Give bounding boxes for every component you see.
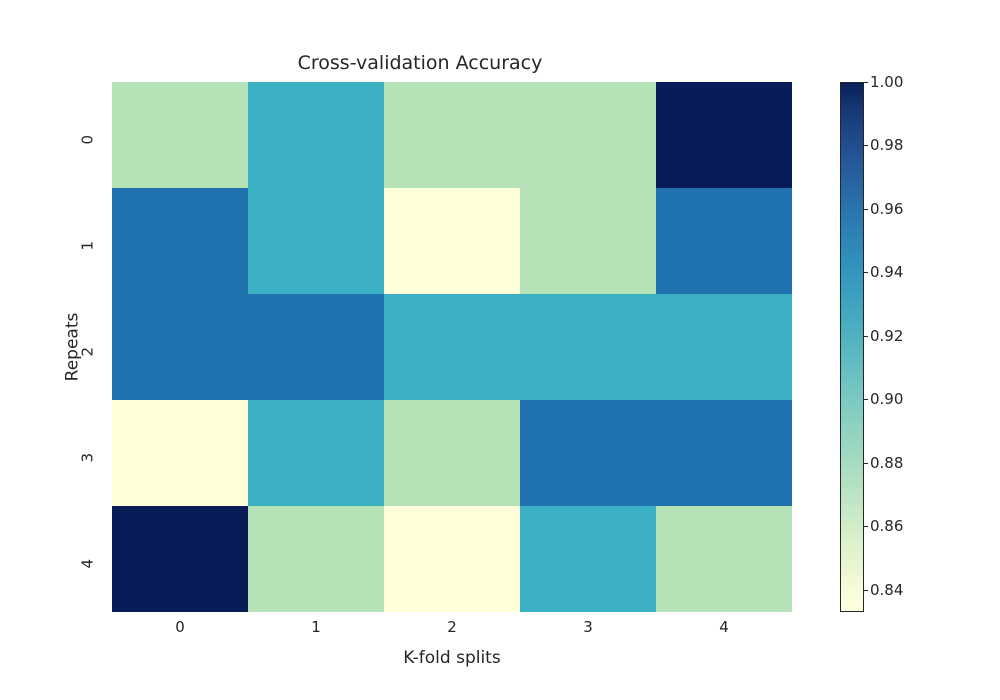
colorbar-tick-label: 0.92 bbox=[870, 327, 903, 345]
x-tick-label: 4 bbox=[719, 618, 729, 636]
heatmap-cell bbox=[248, 82, 384, 188]
heatmap-cell bbox=[112, 82, 248, 188]
colorbar-tick-label: 0.96 bbox=[870, 200, 903, 218]
heatmap-cell bbox=[248, 400, 384, 506]
heatmap-cell bbox=[656, 188, 792, 294]
chart-title: Cross-validation Accuracy bbox=[0, 52, 920, 74]
heatmap-cell bbox=[112, 400, 248, 506]
x-tick-label: 3 bbox=[583, 618, 593, 636]
heatmap-cell bbox=[384, 82, 520, 188]
heatmap-cell bbox=[112, 506, 248, 612]
heatmap-cell bbox=[248, 188, 384, 294]
heatmap-grid bbox=[112, 82, 792, 612]
heatmap-plot-area bbox=[112, 82, 792, 612]
colorbar-tick-label: 0.98 bbox=[870, 136, 903, 154]
heatmap-cell bbox=[384, 188, 520, 294]
x-tick-label: 2 bbox=[447, 618, 457, 636]
heatmap-cell bbox=[384, 506, 520, 612]
heatmap-cell bbox=[112, 188, 248, 294]
heatmap-cell bbox=[520, 188, 656, 294]
heatmap-cell bbox=[112, 294, 248, 400]
colorbar-tick-label: 0.86 bbox=[870, 517, 903, 535]
heatmap-cell bbox=[520, 294, 656, 400]
figure: Cross-validation Accuracy 0 1 2 3 4 0 1 2 3 4 K-… bbox=[0, 0, 1000, 700]
x-tick-container: 0 1 2 3 4 bbox=[112, 618, 792, 638]
colorbar-tick-label: 0.84 bbox=[870, 581, 903, 599]
heatmap-cell bbox=[384, 400, 520, 506]
y-axis-label: Repeats bbox=[38, 82, 107, 612]
heatmap-cell bbox=[248, 294, 384, 400]
heatmap-cell bbox=[520, 400, 656, 506]
heatmap-cell bbox=[656, 294, 792, 400]
heatmap-cell bbox=[384, 294, 520, 400]
heatmap-cell bbox=[656, 506, 792, 612]
colorbar-tick-label: 0.94 bbox=[870, 263, 903, 281]
colorbar-tick-label: 0.88 bbox=[870, 454, 903, 472]
x-tick-label: 0 bbox=[175, 618, 185, 636]
heatmap-cell bbox=[520, 82, 656, 188]
colorbar-tick-label: 1.00 bbox=[870, 73, 903, 91]
x-tick-label: 1 bbox=[311, 618, 321, 636]
x-axis-label: K-fold splits bbox=[112, 648, 792, 668]
colorbar bbox=[840, 82, 864, 612]
colorbar-tick-container: 0.840.860.880.900.920.940.960.981.00 bbox=[870, 82, 930, 612]
colorbar-tick-label: 0.90 bbox=[870, 390, 903, 408]
heatmap-cell bbox=[656, 82, 792, 188]
heatmap-cell bbox=[520, 506, 656, 612]
heatmap-cell bbox=[656, 400, 792, 506]
colorbar-gradient bbox=[840, 82, 864, 612]
heatmap-cell bbox=[248, 506, 384, 612]
